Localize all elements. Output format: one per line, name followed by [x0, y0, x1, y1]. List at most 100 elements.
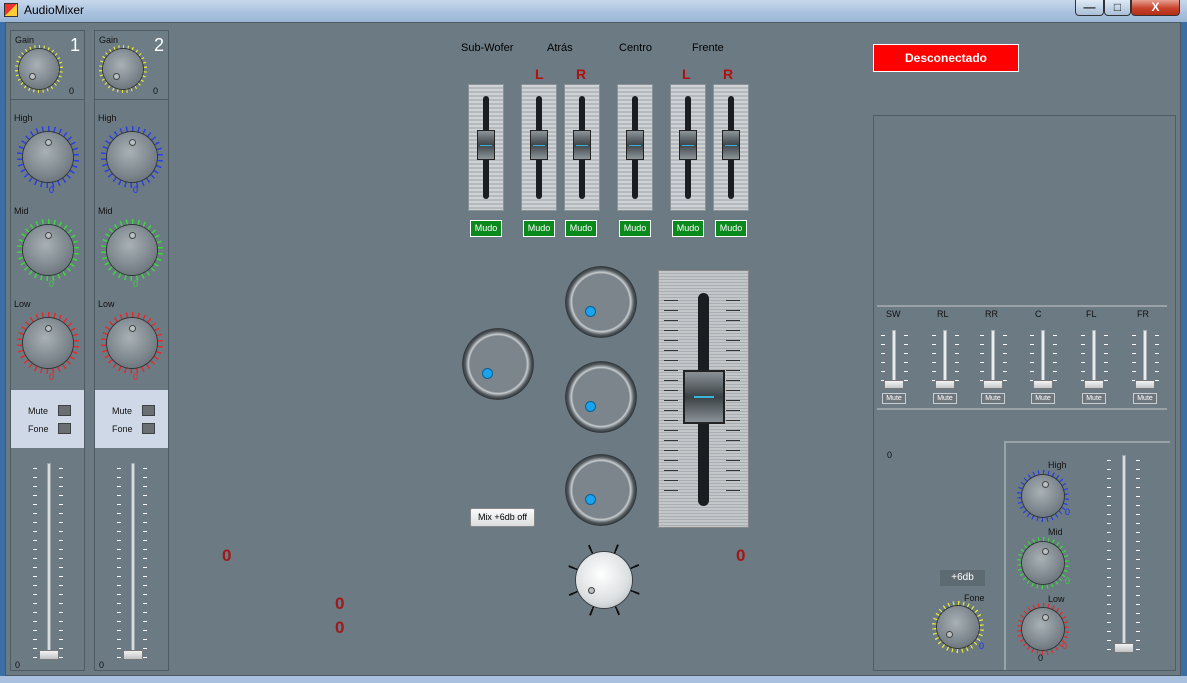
channel-fader-thumb[interactable] [39, 650, 59, 660]
mid-knob[interactable] [107, 225, 157, 275]
monitor-divider-top [877, 305, 1167, 307]
low-knob[interactable] [23, 318, 73, 368]
monitor-high-knob[interactable] [1022, 475, 1064, 517]
monitor-channel-mute-button[interactable]: Mute [1082, 393, 1106, 404]
volume-knob[interactable] [576, 552, 632, 608]
mute-button-subwoofer[interactable]: Mudo [470, 220, 502, 237]
output-knob-bottom[interactable] [565, 454, 637, 526]
gain-knob[interactable] [19, 49, 59, 89]
rear-left-label: L [535, 66, 544, 82]
monitor-channel-fader-thumb[interactable] [1084, 380, 1104, 389]
monitor-mid-label: Mid [1048, 527, 1063, 537]
mute-button-center[interactable]: Mudo [619, 220, 651, 237]
fader-cap[interactable] [530, 130, 548, 160]
fone-knob[interactable] [937, 606, 979, 648]
monitor-mid-value: 0 [1065, 576, 1071, 586]
master-fader-cap[interactable] [683, 370, 725, 424]
low-knob[interactable] [107, 318, 157, 368]
maximize-button[interactable]: □ [1104, 0, 1131, 16]
monitor-channel-fader-thumb[interactable] [884, 380, 904, 389]
gain-knob[interactable] [103, 49, 143, 89]
monitor-channel-label: RR [985, 309, 998, 319]
knob-indicator-icon [29, 73, 36, 80]
mute-fone-panel: Mute Fone [95, 390, 168, 448]
monitor-channel-scale [881, 335, 885, 383]
mute-checkbox[interactable] [142, 405, 155, 416]
monitor-low-knob[interactable] [1022, 608, 1064, 650]
monitor-low-value: 0 [1062, 641, 1068, 651]
high-value: 0 [133, 185, 139, 195]
fader-scale [59, 468, 63, 658]
channel-fader-thumb[interactable] [123, 650, 143, 660]
monitor-channel-fader-thumb[interactable] [983, 380, 1003, 389]
fone-label: Fone [28, 424, 49, 434]
channel-fader-track[interactable] [47, 463, 51, 659]
high-label: High [14, 113, 33, 123]
monitor-channel-mute-button[interactable]: Mute [1031, 393, 1055, 404]
mute-button-rear-left[interactable]: Mudo [523, 220, 555, 237]
high-label: High [98, 113, 117, 123]
level-readout-b: 0 [335, 618, 345, 637]
monitor-channel-fader-thumb[interactable] [935, 380, 955, 389]
mid-knob[interactable] [23, 225, 73, 275]
knob-indicator-icon [113, 73, 120, 80]
knob-indicator-icon [946, 631, 953, 638]
mute-button-front-left[interactable]: Mudo [672, 220, 704, 237]
fader-cap[interactable] [722, 130, 740, 160]
monitor-channel-mute-button[interactable]: Mute [882, 393, 906, 404]
fone-checkbox[interactable] [142, 423, 155, 434]
monitor-fader-scale [1136, 460, 1140, 650]
fader-cap[interactable] [626, 130, 644, 160]
mix-knob[interactable] [462, 328, 534, 400]
monitor-fader-scale [1107, 460, 1111, 650]
fader-cap[interactable] [477, 130, 495, 160]
mute-checkbox[interactable] [58, 405, 71, 416]
plus6-button[interactable]: +6db [940, 570, 985, 586]
monitor-high-value: 0 [1065, 507, 1071, 517]
fader-value: 0 [15, 660, 21, 670]
channel-fader-track[interactable] [131, 463, 135, 659]
mix-6db-button[interactable]: Mix +6db off [470, 508, 535, 527]
fader-cap[interactable] [679, 130, 697, 160]
master-scale-right [726, 300, 740, 500]
mid-value: 0 [49, 279, 55, 289]
fone-checkbox[interactable] [58, 423, 71, 434]
title-bar [0, 0, 1187, 22]
connection-status-button[interactable]: Desconectado [873, 44, 1019, 72]
minimize-button[interactable]: — [1075, 0, 1104, 16]
front-label: Frente [692, 42, 724, 54]
monitor-channel-mute-button[interactable]: Mute [981, 393, 1005, 404]
monitor-channel-scale [1053, 335, 1057, 383]
monitor-mid-knob[interactable] [1022, 542, 1064, 584]
mute-button-rear-right[interactable]: Mudo [565, 220, 597, 237]
front-right-label: R [723, 66, 734, 82]
mute-button-front-right[interactable]: Mudo [715, 220, 747, 237]
monitor-channel-mute-button[interactable]: Mute [1133, 393, 1157, 404]
monitor-channel-label: FR [1137, 309, 1149, 319]
monitor-high-label: High [1048, 460, 1067, 470]
output-knob-top[interactable] [565, 266, 637, 338]
app-icon [4, 3, 18, 17]
rear-label: Atrás [547, 42, 573, 54]
output-knob-middle[interactable] [565, 361, 637, 433]
monitor-channel-scale [1104, 335, 1108, 383]
monitor-channel-scale [1081, 335, 1085, 383]
knob-indicator-icon [585, 401, 596, 412]
monitor-fader-thumb[interactable] [1114, 643, 1134, 653]
knob-indicator-icon [1042, 614, 1049, 621]
high-knob[interactable] [23, 132, 73, 182]
high-knob[interactable] [107, 132, 157, 182]
knob-indicator-icon [588, 587, 595, 594]
knob-indicator-icon [585, 306, 596, 317]
channel-strip-1: Gain 1 0 High 0 Mid 0 Low 0 Mute Fone 0 [10, 30, 85, 671]
fader-cap[interactable] [573, 130, 591, 160]
mid-label: Mid [98, 206, 113, 216]
monitor-channel-fader-thumb[interactable] [1033, 380, 1053, 389]
monitor-channel-fader-thumb[interactable] [1135, 380, 1155, 389]
monitor-channel-mute-button[interactable]: Mute [933, 393, 957, 404]
knob-indicator-icon [1042, 481, 1049, 488]
knob-indicator-icon [129, 232, 136, 239]
monitor-fader-track[interactable] [1122, 455, 1126, 651]
close-button[interactable]: X [1131, 0, 1180, 16]
gain-label: Gain [99, 35, 119, 45]
